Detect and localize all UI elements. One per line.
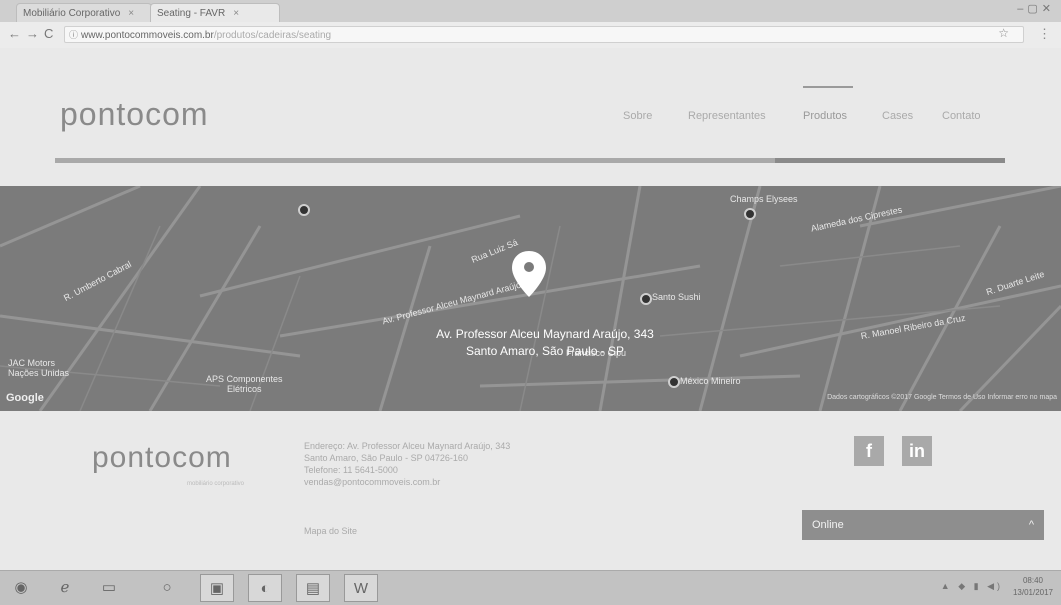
map-address-label: Av. Professor Alceu Maynard Araújo, 343 … (395, 326, 695, 360)
linkedin-icon[interactable]: in (902, 436, 932, 466)
map-label-jac: JAC Motors Nações Unidas (8, 358, 70, 378)
forward-icon[interactable]: → (26, 26, 39, 41)
sitemap-link[interactable]: Mapa do Site (304, 526, 357, 536)
system-tray[interactable]: ▲ ◆ ▮ ◀) (941, 581, 1003, 592)
footer-logo[interactable]: pontocom (92, 441, 232, 475)
browser-tab-strip: Mobiliário Corporativo × Seating - FAVR × … (0, 0, 1061, 22)
footer-tagline: mobiliário corporativo (187, 481, 245, 487)
reload-icon[interactable]: C (44, 26, 53, 41)
map-address-line2: Santo Amaro, São Paulo - SP (465, 344, 625, 358)
map-label-champs: Champs Elysees (730, 194, 798, 204)
map[interactable]: Champs Elysees Alameda dos Ciprestes R. … (0, 186, 1061, 411)
window-controls[interactable]: –▢✕ (1017, 2, 1055, 15)
info-icon[interactable]: ⓘ (69, 27, 78, 44)
nav-produtos[interactable]: Produtos (803, 110, 847, 122)
map-label-mexico: México Mineiro (680, 376, 741, 386)
clock-date: 13/01/2017 (1012, 588, 1053, 597)
map-roads (0, 186, 1061, 411)
clock[interactable]: 08:40 13/01/2017 (1013, 575, 1053, 599)
header-divider-accent (775, 158, 1005, 163)
map-poi-icon[interactable] (744, 208, 756, 220)
close-icon[interactable]: × (233, 8, 239, 19)
app-icon[interactable]: ▤ (296, 574, 330, 602)
taskbar: ◉ ℯ ▭ ○ ▣ ◐ ▤ W ▲ ◆ ▮ ◀) 08:40 13/01/201… (0, 570, 1061, 605)
map-address-line1: Av. Professor Alceu Maynard Araújo, 343 (436, 327, 654, 341)
close-icon[interactable]: × (128, 8, 134, 19)
footer-address-line: Endereço: Av. Professor Alceu Maynard Ar… (304, 441, 511, 451)
word-icon[interactable]: W (344, 574, 378, 602)
nav-cases[interactable]: Cases (882, 110, 913, 122)
url-domain: www.pontocommoveis.com.br (81, 30, 214, 41)
chrome-icon[interactable]: ◐ (248, 574, 282, 602)
back-icon[interactable]: ← (8, 26, 21, 41)
footer-address: Endereço: Av. Professor Alceu Maynard Ar… (304, 440, 510, 488)
star-icon[interactable]: ☆ (998, 26, 1009, 40)
web-page: pontocom Sobre Representantes Produtos C… (0, 48, 1061, 570)
tab-title: Seating - FAVR (157, 8, 226, 19)
media-icon[interactable]: ○ (150, 574, 184, 602)
google-logo: Google (6, 392, 44, 404)
ie-icon[interactable]: ℯ (48, 574, 82, 602)
browser-tab-2[interactable]: Seating - FAVR × (150, 3, 280, 22)
nav-contato[interactable]: Contato (942, 110, 981, 122)
facebook-icon[interactable]: f (854, 436, 884, 466)
site-logo[interactable]: pontocom (60, 96, 209, 133)
map-label-aps: APS Componentes Elétricos (206, 374, 283, 394)
folder-icon[interactable]: ▭ (92, 574, 126, 602)
footer-phone: Telefone: 11 5641-5000 (304, 465, 398, 475)
nav-representantes[interactable]: Representantes (688, 110, 766, 122)
footer-email-link[interactable]: vendas@pontocommoveis.com.br (304, 476, 510, 488)
chevron-up-icon[interactable]: ^ (1029, 510, 1034, 540)
url-input[interactable]: ⓘ www.pontocommoveis.com.br/produtos/cad… (64, 26, 1024, 43)
map-attribution[interactable]: Dados cartográficos ©2017 Google Termos … (827, 394, 1057, 401)
map-label-santo-sushi: Santo Sushi (652, 292, 701, 302)
chat-label: Online (812, 519, 844, 531)
url-path: /produtos/cadeiras/seating (213, 30, 332, 41)
start-icon[interactable]: ◉ (4, 574, 38, 602)
footer-address-line: Santo Amaro, São Paulo - SP 04726-160 (304, 453, 468, 463)
nav-active-indicator (803, 86, 853, 88)
map-poi-icon[interactable] (298, 204, 310, 216)
tab-title: Mobiliário Corporativo (23, 8, 121, 19)
nav-sobre[interactable]: Sobre (623, 110, 652, 122)
browser-tab-1[interactable]: Mobiliário Corporativo × (16, 3, 152, 22)
outlook-icon[interactable]: ▣ (200, 574, 234, 602)
location-pin-icon[interactable] (512, 251, 546, 297)
address-bar: ← → C ⓘ www.pontocommoveis.com.br/produt… (0, 22, 1061, 49)
chat-widget[interactable]: Online ^ (802, 510, 1044, 540)
menu-icon[interactable]: ⋮ (1038, 26, 1051, 42)
map-poi-icon[interactable] (640, 293, 652, 305)
header-divider (55, 158, 1005, 163)
clock-time: 08:40 (1022, 576, 1043, 585)
map-poi-icon[interactable] (668, 376, 680, 388)
